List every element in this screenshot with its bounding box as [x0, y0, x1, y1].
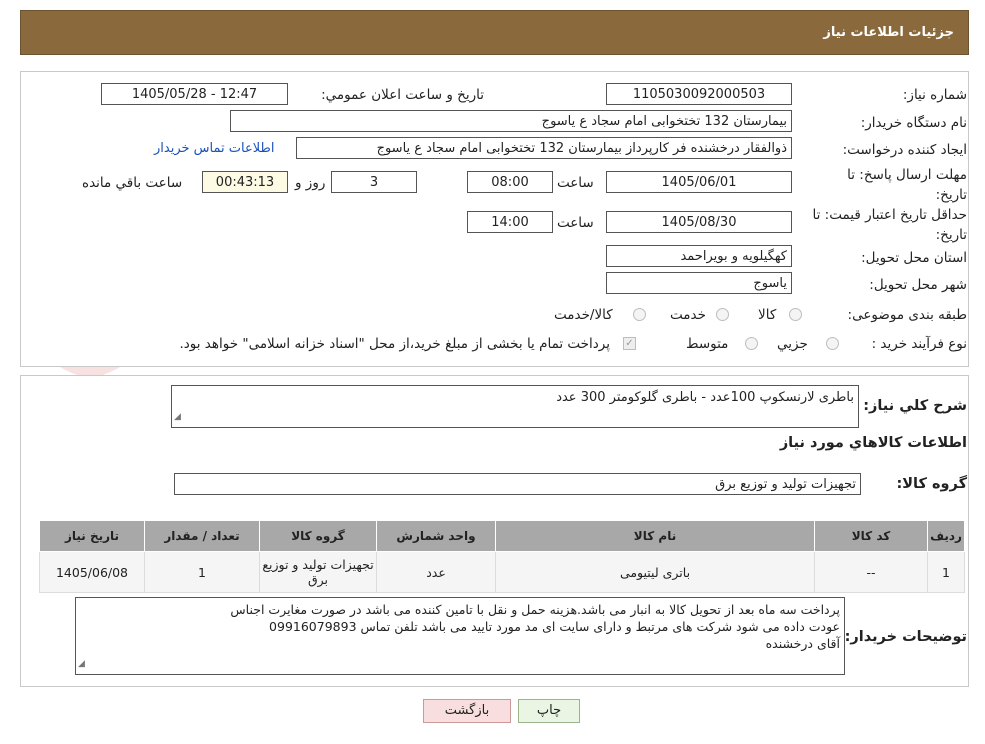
goods-table: رديف کد کالا نام کالا واحد شمارش گروه کا…	[39, 520, 965, 593]
cell-row-num: 1	[927, 551, 965, 593]
validity-label-line1: حداقل تاريخ اعتبار قيمت: تا	[812, 207, 967, 223]
deadline-date-field: 1405/06/01	[606, 171, 792, 193]
need-number-field: 1105030092000503	[606, 83, 792, 105]
cell-qty: 1	[144, 551, 260, 593]
print-button[interactable]: چاپ	[518, 699, 580, 723]
buyer-notes-line-1: پرداخت سه ماه بعد از تحویل کالا به انبار…	[230, 602, 840, 617]
col-header-qty: تعداد / مقدار	[144, 520, 260, 552]
buyer-notes-line-2: عودت داده می شود شرکت های مرتبط و دارای …	[269, 619, 840, 634]
validity-time-label: ساعت	[557, 215, 594, 231]
validity-time-field: 14:00	[467, 211, 553, 233]
category-option-service: خدمت	[670, 307, 706, 323]
col-header-group: گروه کالا	[259, 520, 377, 552]
announce-field: 1405/05/28 - 12:47	[101, 83, 288, 105]
city-field: یاسوج	[606, 272, 792, 294]
category-radio-service[interactable]	[716, 308, 729, 321]
cell-name: باتری ليتيومی	[495, 551, 815, 593]
creator-field: ذوالفقار درخشنده فر کارپرداز بيمارستان 1…	[296, 137, 792, 159]
need-number-label: شماره نیاز:	[902, 87, 967, 103]
buyer-notes-field[interactable]: پرداخت سه ماه بعد از تحویل کالا به انبار…	[75, 597, 845, 675]
cell-unit: عدد	[376, 551, 496, 593]
col-header-code: کد کالا	[814, 520, 928, 552]
category-option-goods: کالا	[758, 307, 777, 323]
description-text: باطری لارنسکوپ 100عدد - باطری گلوکومتر 3…	[556, 390, 854, 405]
category-radio-goods-service[interactable]	[633, 308, 646, 321]
buyer-notes-line-3: آقای درخشنده	[765, 636, 840, 651]
buyer-org-field: بيمارستان 132 تختخوابی امام سجاد ع یاسوج	[230, 110, 792, 132]
days-label: روز و	[295, 175, 326, 191]
goods-info-title: اطلاعات کالاهاي مورد نياز	[779, 435, 967, 451]
resize-grip-icon: ◢	[174, 412, 181, 422]
page-title: جزئیات اطلاعات نیاز	[823, 25, 954, 40]
cell-code: --	[814, 551, 928, 593]
table-header-row: رديف کد کالا نام کالا واحد شمارش گروه کا…	[39, 520, 965, 552]
category-label: طبقه بندی موضوعی:	[847, 307, 967, 323]
col-header-row-num: رديف	[927, 520, 965, 552]
col-header-date: تاريخ نياز	[39, 520, 145, 552]
table-row: 1 -- باتری ليتيومی عدد تجهيزات توليد و ت…	[39, 551, 965, 593]
page-header: جزئیات اطلاعات نیاز	[20, 10, 969, 55]
deadline-label: مهلت ارسال پاسخ: تا تاريخ:	[847, 165, 967, 205]
process-option-medium: متوسط	[686, 336, 729, 352]
cell-date: 1405/06/08	[39, 551, 145, 593]
validity-label: حداقل تاريخ اعتبار قيمت: تا تاريخ:	[813, 205, 967, 245]
buyer-notes-label: توضيحات خريدار:	[844, 629, 967, 645]
city-label: شهر محل تحويل:	[869, 277, 967, 293]
deadline-label-line1: مهلت ارسال پاسخ: تا	[847, 167, 967, 183]
process-label: نوع فرآيند خريد :	[871, 336, 967, 352]
process-radio-medium[interactable]	[745, 337, 758, 350]
province-field: کهگيلويه و بويراحمد	[606, 245, 792, 267]
description-label: شرح کلي نياز:	[863, 398, 967, 414]
validity-label-line2: تاريخ:	[935, 227, 967, 243]
col-header-unit: واحد شمارش	[376, 520, 496, 552]
validity-date-field: 1405/08/30	[606, 211, 792, 233]
province-label: استان محل تحويل:	[861, 250, 967, 266]
remaining-time-field: 00:43:13	[202, 171, 288, 193]
resize-grip-icon: ◢	[78, 659, 85, 669]
back-button[interactable]: بازگشت	[423, 699, 511, 723]
process-radio-minor[interactable]	[826, 337, 839, 350]
announce-label: تاریخ و ساعت اعلان عمومي:	[321, 87, 484, 103]
remaining-label: ساعت باقي مانده	[82, 175, 183, 191]
deadline-label-line2: تاريخ:	[935, 187, 967, 203]
description-field[interactable]: باطری لارنسکوپ 100عدد - باطری گلوکومتر 3…	[171, 385, 859, 428]
creator-label: ايجاد کننده درخواست:	[842, 142, 967, 158]
buyer-org-label: نام دستگاه خريدار:	[860, 115, 967, 131]
payment-checkbox[interactable]: ✓	[623, 337, 636, 350]
category-radio-goods[interactable]	[789, 308, 802, 321]
category-option-goods-service: کالا/خدمت	[554, 307, 613, 323]
buyer-contact-link[interactable]: اطلاعات تماس خريدار	[154, 141, 274, 156]
col-header-name: نام کالا	[495, 520, 815, 552]
days-field: 3	[331, 171, 417, 193]
cell-group: تجهيزات توليد و توزيع برق	[259, 551, 377, 593]
deadline-time-field: 08:00	[467, 171, 553, 193]
payment-note: پرداخت تمام يا بخشی از مبلغ خريد،از محل …	[179, 336, 610, 352]
deadline-time-label: ساعت	[557, 175, 594, 191]
process-option-minor: جزيي	[777, 336, 808, 352]
goods-group-field: تجهيزات توليد و توزيع برق	[174, 473, 861, 495]
goods-group-label: گروه کالا:	[896, 476, 967, 492]
